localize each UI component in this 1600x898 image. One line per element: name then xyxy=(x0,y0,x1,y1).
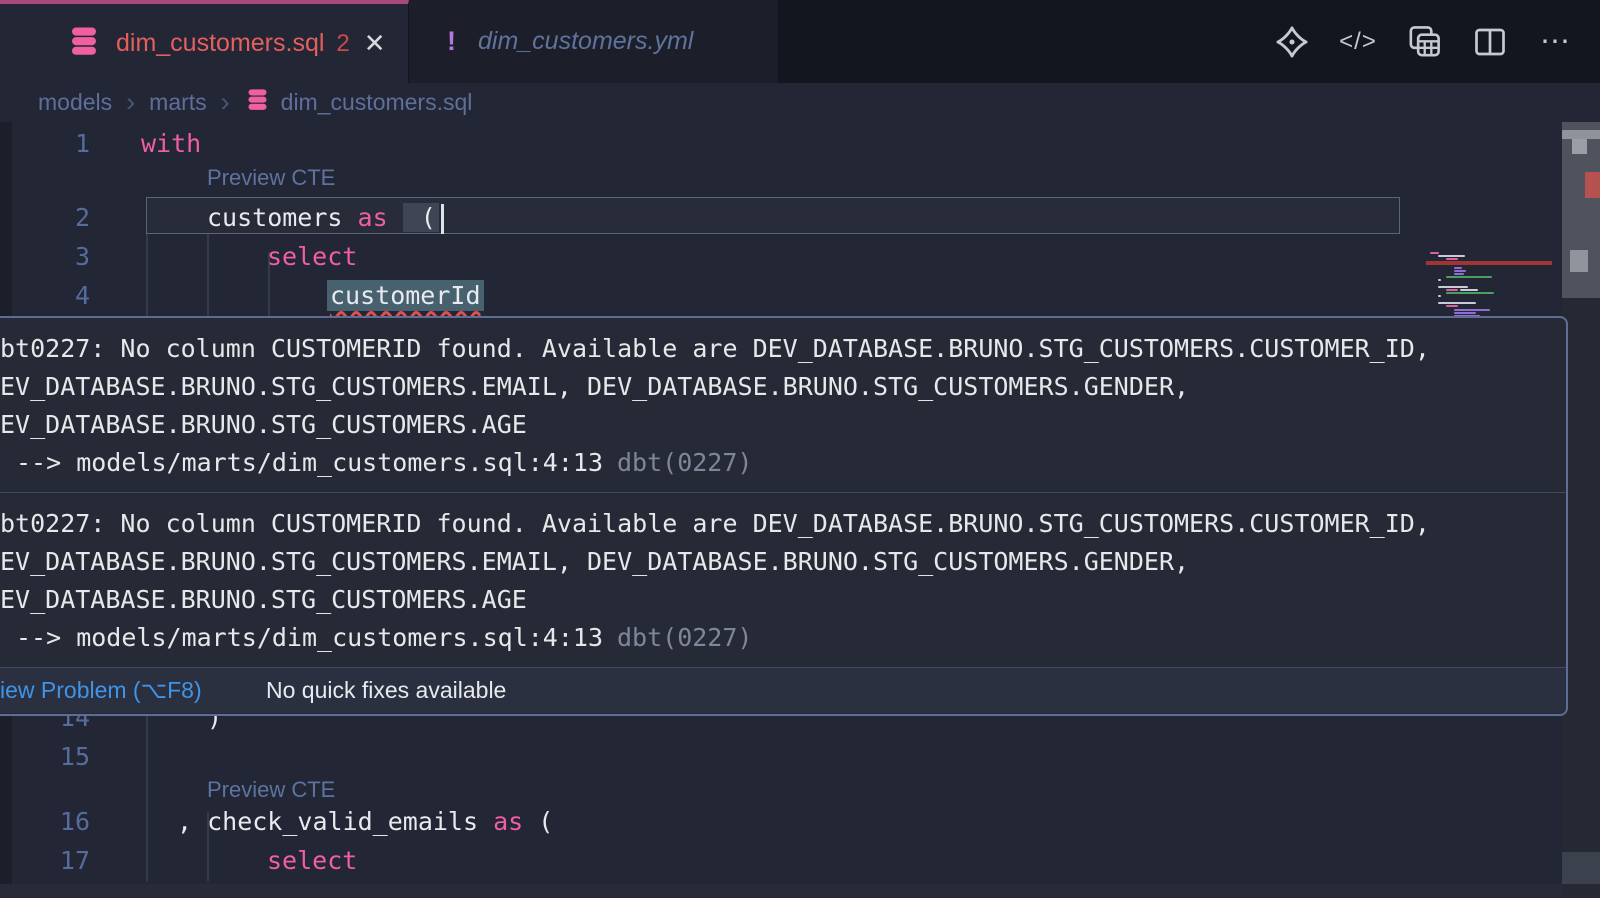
breadcrumb: models › marts › dim_customers.sql xyxy=(0,83,1600,122)
minimap-code-line xyxy=(1438,302,1476,304)
minimap-code-line xyxy=(1454,309,1490,311)
codelens-preview-cte[interactable]: Preview CTE xyxy=(207,777,335,803)
error-text: EV_DATABASE.BRUNO.STG_CUSTOMERS.EMAIL, D… xyxy=(0,543,1554,581)
no-quick-fixes-text: No quick fixes available xyxy=(266,677,506,704)
code-line: 15 xyxy=(0,737,1560,776)
chevron-right-icon: › xyxy=(126,87,135,118)
line-number: 1 xyxy=(0,124,90,163)
overview-ruler-marker xyxy=(1562,852,1600,884)
error-code: dbt(0227) xyxy=(617,623,752,652)
compiled-code-icon[interactable]: </> xyxy=(1338,22,1378,62)
code-text: , check_valid_emails as ( xyxy=(177,802,553,841)
more-actions-icon[interactable]: ⋯ xyxy=(1536,22,1576,62)
error-code: dbt(0227) xyxy=(617,448,752,477)
error-text: EV_DATABASE.BRUNO.STG_CUSTOMERS.AGE xyxy=(0,406,1554,444)
vscode-window: dim_customers.sql 2 ✕ ! dim_customers.ym… xyxy=(0,0,1600,898)
code-line: 2 customers as ( xyxy=(0,198,1560,237)
minimap-code-line xyxy=(1446,292,1494,294)
minimap-code-line xyxy=(1446,258,1458,260)
breadcrumb-file[interactable]: dim_customers.sql xyxy=(281,89,473,116)
horizontal-scrollbar-area[interactable] xyxy=(0,884,1562,898)
tab-bar: dim_customers.sql 2 ✕ ! dim_customers.ym… xyxy=(0,0,1600,83)
code-line: 4 customerId xyxy=(0,276,1560,315)
error-text: bt0227: No column CUSTOMERID found. Avai… xyxy=(0,330,1554,368)
minimap-code-line xyxy=(1430,252,1439,254)
error-identifier: customerId xyxy=(327,280,484,311)
overview-ruler-marker xyxy=(1572,139,1587,154)
minimap-code-line xyxy=(1454,267,1462,269)
error-message-block: bt0227: No column CUSTOMERID found. Avai… xyxy=(0,493,1566,667)
tab-filename: dim_customers.sql xyxy=(116,29,324,58)
code-line: 16 , check_valid_emails as ( xyxy=(0,802,1560,841)
minimap-code-line xyxy=(1454,273,1464,275)
code-text: select xyxy=(267,841,357,880)
error-source-line: --> models/marts/dim_customers.sql:4:13d… xyxy=(0,619,1554,657)
editor-actions-toolbar: </> ⋯ xyxy=(1272,0,1576,83)
minimap-error-line xyxy=(1426,261,1552,265)
overview-ruler-marker xyxy=(1570,250,1588,272)
code-text: customerId xyxy=(327,276,484,315)
warning-icon: ! xyxy=(447,26,456,57)
database-icon xyxy=(66,23,102,64)
minimap-code-line xyxy=(1454,312,1476,314)
line-number: 15 xyxy=(0,737,90,776)
database-icon xyxy=(244,86,271,119)
error-text: EV_DATABASE.BRUNO.STG_CUSTOMERS.AGE xyxy=(0,581,1554,619)
error-message-block: bt0227: No column CUSTOMERID found. Avai… xyxy=(0,318,1566,492)
code-text: with xyxy=(141,124,201,163)
minimap-code-line xyxy=(1446,276,1492,278)
minimap-code-line xyxy=(1438,295,1441,297)
text-cursor xyxy=(441,204,444,234)
view-problem-link[interactable]: iew Problem (⌥F8) xyxy=(0,677,202,704)
overview-ruler-error-marker xyxy=(1585,172,1600,198)
minimap-code-line xyxy=(1454,270,1466,272)
code-text: customers as ( xyxy=(207,198,444,237)
code-line: 17 select xyxy=(0,841,1560,880)
minimap-code-line xyxy=(1446,289,1458,291)
breadcrumb-marts[interactable]: marts xyxy=(149,89,207,116)
hover-status-bar: iew Problem (⌥F8) No quick fixes availab… xyxy=(0,667,1566,713)
breadcrumb-models[interactable]: models xyxy=(38,89,112,116)
code-line: 3 select xyxy=(0,237,1560,276)
overview-ruler-marker xyxy=(1562,130,1600,139)
line-number: 3 xyxy=(0,237,90,276)
minimap-code-line xyxy=(1438,255,1465,257)
tab-dim-customers-sql[interactable]: dim_customers.sql 2 ✕ xyxy=(0,0,409,83)
line-number: 2 xyxy=(0,198,90,237)
split-editor-icon[interactable] xyxy=(1470,22,1510,62)
tab-dim-customers-yml[interactable]: ! dim_customers.yml xyxy=(409,0,778,83)
line-number: 16 xyxy=(0,802,90,841)
codelens-preview-cte[interactable]: Preview CTE xyxy=(207,165,335,191)
dbt-icon[interactable] xyxy=(1272,22,1312,62)
code-text: select xyxy=(267,237,357,276)
minimap-code-line xyxy=(1446,305,1458,307)
preview-results-icon[interactable] xyxy=(1404,22,1444,62)
minimap-code-line xyxy=(1460,289,1478,291)
modified-count-badge: 2 xyxy=(336,30,349,58)
matched-bracket: ( xyxy=(403,203,439,232)
error-source-line: --> models/marts/dim_customers.sql:4:13d… xyxy=(0,444,1554,482)
tab-filename: dim_customers.yml xyxy=(478,27,693,56)
code-line: 1 with xyxy=(0,124,1560,163)
error-hover-popup: bt0227: No column CUSTOMERID found. Avai… xyxy=(0,316,1568,716)
close-icon[interactable]: ✕ xyxy=(364,28,386,59)
error-text: bt0227: No column CUSTOMERID found. Avai… xyxy=(0,505,1554,543)
error-text: EV_DATABASE.BRUNO.STG_CUSTOMERS.EMAIL, D… xyxy=(0,368,1554,406)
chevron-right-icon: › xyxy=(221,87,230,118)
minimap-code-line xyxy=(1438,286,1468,288)
line-number: 17 xyxy=(0,841,90,880)
line-number: 4 xyxy=(0,276,90,315)
minimap-code-line xyxy=(1438,279,1441,281)
